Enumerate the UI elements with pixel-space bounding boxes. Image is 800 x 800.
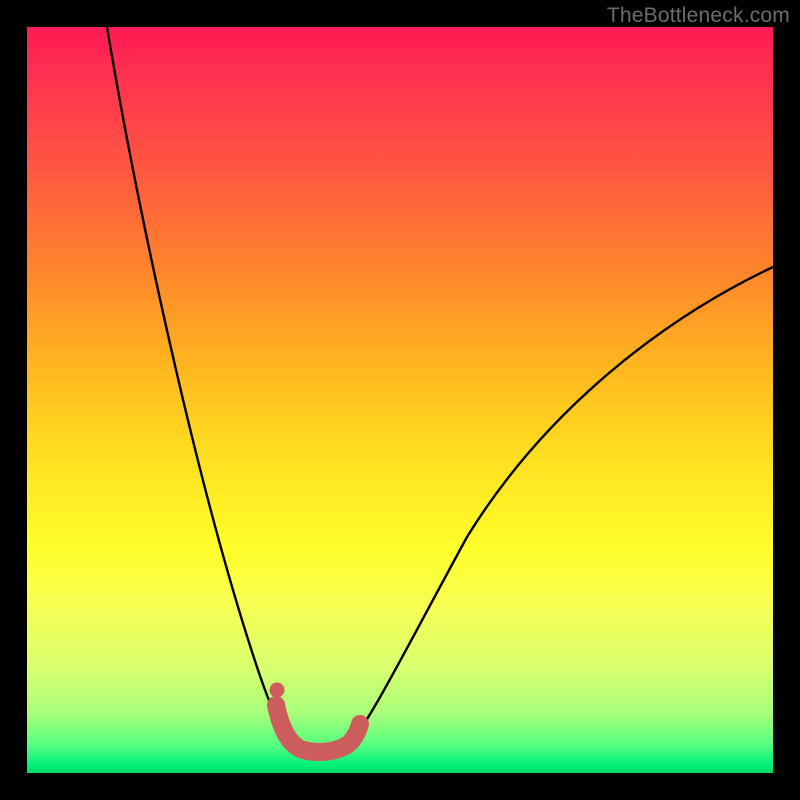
bottleneck-curve-right [347, 267, 773, 747]
bottleneck-curve-left [107, 27, 297, 747]
chart-svg [27, 27, 773, 773]
highlight-band [276, 705, 360, 752]
watermark-text: TheBottleneck.com [607, 4, 790, 28]
chart-frame [27, 27, 773, 773]
highlight-dot [270, 683, 285, 698]
